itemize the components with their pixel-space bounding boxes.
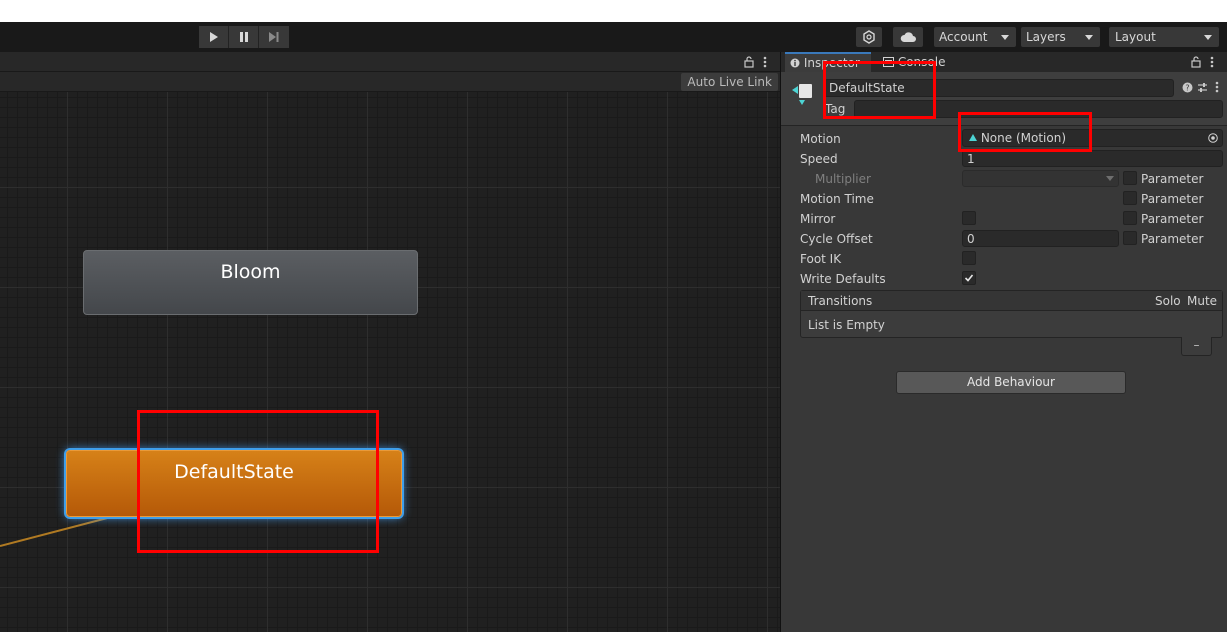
animator-graph[interactable]: Auto Live Link Bloom DefaultState bbox=[0, 52, 780, 632]
foot-ik-label: Foot IK bbox=[800, 252, 842, 266]
motion-time-label: Motion Time bbox=[800, 192, 874, 206]
animator-state-icon bbox=[792, 84, 812, 105]
multiplier-dropdown[interactable] bbox=[962, 170, 1119, 187]
play-icon bbox=[209, 32, 218, 42]
tag-input[interactable] bbox=[854, 100, 1223, 118]
console-icon bbox=[883, 57, 894, 67]
inspector-object-header: DefaultState ? Tag bbox=[781, 72, 1227, 126]
state-node-defaultstate[interactable]: DefaultState bbox=[66, 450, 402, 517]
foot-ik-checkbox[interactable] bbox=[962, 251, 976, 265]
transitions-header: Transitions Solo Mute bbox=[801, 291, 1222, 311]
tab-console[interactable]: Console bbox=[883, 52, 963, 72]
chevron-down-icon bbox=[1085, 35, 1093, 40]
kebab-menu-icon[interactable] bbox=[1210, 55, 1214, 69]
chevron-down-icon bbox=[1106, 176, 1114, 181]
step-icon bbox=[269, 32, 279, 42]
layout-label: Layout bbox=[1115, 30, 1156, 44]
add-behaviour-button[interactable]: Add Behaviour bbox=[896, 371, 1126, 394]
mute-column-label: Mute bbox=[1187, 294, 1218, 308]
layers-label: Layers bbox=[1026, 30, 1066, 44]
tab-inspector[interactable]: Inspector bbox=[785, 52, 871, 72]
parameter-label: Parameter bbox=[1141, 172, 1204, 186]
transitions-list: Transitions Solo Mute List is Empty bbox=[800, 290, 1223, 338]
cycle-offset-parameter-checkbox[interactable] bbox=[1123, 231, 1137, 245]
help-icon[interactable]: ? bbox=[1182, 82, 1193, 93]
cycle-offset-input[interactable]: 0 bbox=[962, 230, 1119, 247]
cloud-icon bbox=[900, 32, 916, 42]
info-icon bbox=[790, 58, 800, 68]
motion-object-field[interactable]: None (Motion) bbox=[962, 129, 1223, 147]
collab-icon bbox=[863, 30, 875, 44]
state-node-label: DefaultState bbox=[174, 461, 294, 483]
account-dropdown[interactable]: Account bbox=[934, 27, 1016, 47]
speed-input[interactable]: 1 bbox=[962, 150, 1223, 167]
cloud-button[interactable] bbox=[893, 27, 923, 47]
play-button[interactable] bbox=[199, 26, 229, 48]
object-picker-icon[interactable] bbox=[1208, 133, 1218, 143]
svg-text:?: ? bbox=[1185, 84, 1189, 93]
state-node-bloom[interactable]: Bloom bbox=[83, 250, 418, 315]
chevron-down-icon bbox=[1001, 35, 1009, 40]
multiplier-parameter-checkbox[interactable] bbox=[1123, 171, 1137, 185]
parameter-label: Parameter bbox=[1141, 192, 1204, 206]
inspector-tab-bar: Inspector Console bbox=[781, 52, 1227, 72]
main-toolbar: Account Layers Layout bbox=[0, 22, 1227, 52]
layout-dropdown[interactable]: Layout bbox=[1109, 27, 1219, 47]
transitions-title: Transitions bbox=[808, 294, 873, 308]
transition-arrow[interactable] bbox=[0, 52, 780, 632]
motion-time-parameter-checkbox[interactable] bbox=[1123, 191, 1137, 205]
collab-button[interactable] bbox=[856, 27, 882, 47]
multiplier-label: Multiplier bbox=[815, 172, 871, 186]
remove-transition-button[interactable]: – bbox=[1181, 337, 1212, 356]
parameter-label: Parameter bbox=[1141, 212, 1204, 226]
inspector-panel: Inspector Console DefaultState ? Tag Mot… bbox=[781, 52, 1227, 632]
tab-inspector-label: Inspector bbox=[803, 56, 860, 70]
pause-icon bbox=[239, 32, 248, 42]
cycle-offset-label: Cycle Offset bbox=[800, 232, 873, 246]
checkmark-icon bbox=[964, 274, 974, 282]
chevron-down-icon bbox=[1204, 35, 1212, 40]
mirror-checkbox[interactable] bbox=[962, 211, 976, 225]
motion-clip-icon bbox=[969, 134, 977, 141]
lock-icon[interactable] bbox=[1191, 56, 1201, 68]
write-defaults-checkbox[interactable] bbox=[962, 271, 976, 285]
mirror-label: Mirror bbox=[800, 212, 836, 226]
motion-value: None (Motion) bbox=[980, 131, 1066, 145]
pause-button[interactable] bbox=[229, 26, 259, 48]
empty-list-text: List is Empty bbox=[808, 318, 885, 332]
tag-label: Tag bbox=[825, 102, 846, 116]
motion-label: Motion bbox=[800, 132, 841, 146]
state-name-input[interactable]: DefaultState bbox=[824, 79, 1174, 97]
step-button[interactable] bbox=[259, 26, 289, 48]
presets-icon[interactable] bbox=[1197, 82, 1208, 93]
speed-label: Speed bbox=[800, 152, 838, 166]
tab-console-label: Console bbox=[897, 55, 946, 69]
minus-icon: – bbox=[1193, 338, 1200, 352]
playmode-controls bbox=[199, 26, 289, 48]
parameter-label: Parameter bbox=[1141, 232, 1204, 246]
write-defaults-label: Write Defaults bbox=[800, 272, 886, 286]
state-node-label: Bloom bbox=[220, 261, 281, 283]
mirror-parameter-checkbox[interactable] bbox=[1123, 211, 1137, 225]
kebab-menu-icon[interactable] bbox=[1215, 80, 1219, 94]
solo-column-label: Solo bbox=[1155, 294, 1181, 308]
layers-dropdown[interactable]: Layers bbox=[1021, 27, 1100, 47]
account-label: Account bbox=[939, 30, 988, 44]
